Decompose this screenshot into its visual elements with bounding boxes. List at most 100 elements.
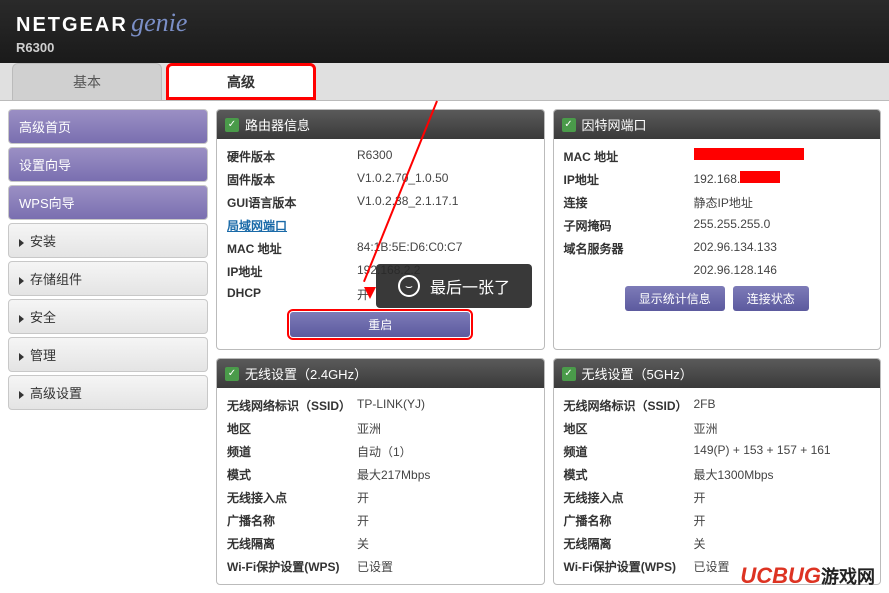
row-value: 255.255.255.0	[694, 217, 771, 234]
sidebar-item[interactable]: 安全	[8, 299, 208, 334]
info-row: IP地址192.168.	[564, 168, 871, 191]
info-row: 频道自动（1）	[227, 440, 534, 463]
row-key: 频道	[227, 443, 357, 460]
toast-overlay: ⌣ 最后一张了	[376, 264, 532, 308]
info-row: 子网掩码255.255.255.0	[564, 214, 871, 237]
tabs: 基本 高级	[0, 63, 889, 101]
panel-title: 无线设置（2.4GHz）	[245, 364, 367, 383]
check-icon: ✓	[225, 367, 239, 381]
sidebar-label: 高级设置	[30, 386, 82, 401]
info-row: 广播名称开	[564, 509, 871, 532]
row-key: 连接	[564, 194, 694, 211]
row-value: 开	[357, 512, 369, 529]
row-value: 已设置	[357, 558, 393, 575]
info-row: GUI语言版本V1.0.2.38_2.1.17.1	[227, 191, 534, 214]
row-key: 无线网络标识（SSID）	[564, 397, 694, 414]
info-row: Wi-Fi保护设置(WPS)已设置	[227, 555, 534, 578]
row-key: MAC 地址	[564, 148, 694, 165]
row-value: 2FB	[694, 397, 716, 414]
header: NETGEAR genie R6300	[0, 0, 889, 63]
info-row: 无线接入点开	[227, 486, 534, 509]
chevron-right-icon	[19, 239, 24, 247]
show-stats-button[interactable]: 显示统计信息	[625, 286, 725, 311]
annotation-arrow-head	[364, 287, 376, 299]
info-row: 硬件版本R6300	[227, 145, 534, 168]
row-key: 固件版本	[227, 171, 357, 188]
lan-port-link[interactable]: 局域网端口	[227, 217, 287, 234]
sidebar-label: 管理	[30, 348, 56, 363]
row-key: Wi-Fi保护设置(WPS)	[564, 558, 694, 575]
info-row: 无线网络标识（SSID）TP-LINK(YJ)	[227, 394, 534, 417]
row-value: 最大217Mbps	[357, 466, 430, 483]
chevron-right-icon	[19, 315, 24, 323]
row-key: IP地址	[227, 263, 357, 280]
toast-text: 最后一张了	[430, 274, 510, 298]
row-value: 开	[357, 489, 369, 506]
row-value: 最大1300Mbps	[694, 466, 774, 483]
sidebar-item[interactable]: 存储组件	[8, 261, 208, 296]
row-key: DHCP	[227, 286, 357, 303]
sidebar-label: 设置向导	[19, 158, 71, 173]
row-key: IP地址	[564, 171, 694, 188]
panel-title: 路由器信息	[245, 115, 310, 134]
watermark: UCBUG游戏网	[740, 563, 875, 589]
check-icon: ✓	[225, 118, 239, 132]
row-value: V1.0.2.38_2.1.17.1	[357, 194, 458, 211]
chevron-right-icon	[19, 391, 24, 399]
row-key: 无线接入点	[227, 489, 357, 506]
sidebar-label: 安全	[30, 310, 56, 325]
row-key: 地区	[564, 420, 694, 437]
check-icon: ✓	[562, 367, 576, 381]
info-row: 202.96.128.146	[564, 260, 871, 280]
content: ✓路由器信息 硬件版本R6300固件版本V1.0.2.70_1.0.50GUI语…	[216, 109, 881, 585]
row-key: 硬件版本	[227, 148, 357, 165]
row-value: TP-LINK(YJ)	[357, 397, 425, 414]
smile-icon: ⌣	[398, 275, 420, 297]
row-value: R6300	[357, 148, 392, 165]
row-key: 无线隔离	[564, 535, 694, 552]
row-key: Wi-Fi保护设置(WPS)	[227, 558, 357, 575]
panel-router-info: ✓路由器信息 硬件版本R6300固件版本V1.0.2.70_1.0.50GUI语…	[216, 109, 545, 350]
redacted-bar	[740, 171, 780, 183]
row-value: 关	[694, 535, 706, 552]
reboot-button[interactable]: 重启	[290, 312, 470, 337]
row-value: 自动（1）	[357, 443, 412, 460]
row-key: 广播名称	[227, 512, 357, 529]
row-key: 无线隔离	[227, 535, 357, 552]
sidebar-item[interactable]: 管理	[8, 337, 208, 372]
sidebar-item[interactable]: 设置向导	[8, 147, 208, 182]
info-row: 模式最大1300Mbps	[564, 463, 871, 486]
row-value: 开	[694, 512, 706, 529]
chevron-right-icon	[19, 353, 24, 361]
sidebar-item[interactable]: WPS向导	[8, 185, 208, 220]
info-row: MAC 地址	[564, 145, 871, 168]
sidebar-item[interactable]: 安装	[8, 223, 208, 258]
sidebar: 高级首页设置向导 WPS向导安装存储组件安全管理高级设置	[8, 109, 208, 585]
brand: NETGEAR	[16, 14, 128, 36]
row-value: 亚洲	[357, 420, 381, 437]
check-icon: ✓	[562, 118, 576, 132]
tab-basic[interactable]: 基本	[12, 63, 162, 100]
info-row: 无线隔离关	[227, 532, 534, 555]
sidebar-item[interactable]: 高级设置	[8, 375, 208, 410]
row-value: 关	[357, 535, 369, 552]
info-row: 连接静态IP地址	[564, 191, 871, 214]
sidebar-item[interactable]: 高级首页	[8, 109, 208, 144]
sidebar-label: 安装	[30, 234, 56, 249]
panel-title: 无线设置（5GHz）	[582, 364, 693, 383]
row-value: 202.96.128.146	[694, 263, 777, 277]
row-key: 域名服务器	[564, 240, 694, 257]
tab-advanced[interactable]: 高级	[166, 63, 316, 100]
row-key: 无线网络标识（SSID）	[227, 397, 357, 414]
info-row: 地区亚洲	[564, 417, 871, 440]
row-key: 模式	[227, 466, 357, 483]
row-value: 202.96.134.133	[694, 240, 777, 257]
row-key: 无线接入点	[564, 489, 694, 506]
info-row: 域名服务器202.96.134.133	[564, 237, 871, 260]
panel-internet-port: ✓因特网端口 MAC 地址IP地址192.168.连接静态IP地址子网掩码255…	[553, 109, 882, 350]
info-row: 频道149(P) + 153 + 157 + 161	[564, 440, 871, 463]
sidebar-label: 高级首页	[19, 120, 71, 135]
conn-status-button[interactable]: 连接状态	[733, 286, 809, 311]
row-key: GUI语言版本	[227, 194, 357, 211]
row-value: 192.168.	[694, 171, 781, 188]
